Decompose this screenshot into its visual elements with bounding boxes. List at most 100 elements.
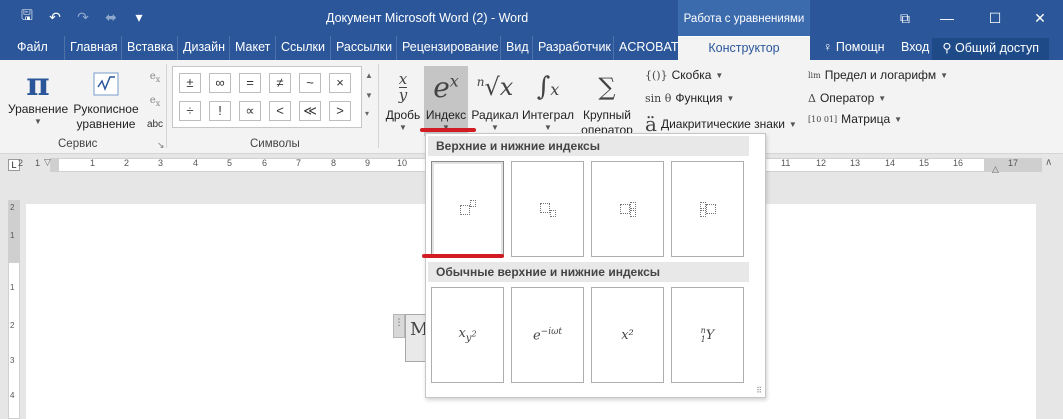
tab-file[interactable]: Файл: [12, 36, 53, 60]
ruler-number: 5: [227, 158, 233, 168]
save-icon[interactable]: 🖫: [18, 7, 36, 26]
touch-mode-icon[interactable]: ⬌: [102, 8, 120, 26]
tab-developer[interactable]: Разработчик: [532, 36, 616, 60]
equation-button[interactable]: π Уравнение ▼: [8, 65, 68, 126]
ink-equation-button[interactable]: Рукописное уравнение: [70, 66, 142, 132]
symbol-tilde[interactable]: ~: [299, 73, 321, 93]
symbol-divide[interactable]: ÷: [179, 101, 201, 121]
gallery-item-x-squared[interactable]: x²: [591, 287, 664, 383]
script-button[interactable]: ex Индекс ▼: [424, 66, 468, 136]
function-button[interactable]: sin θ Функция ▼: [645, 91, 734, 105]
symbol-equals[interactable]: =: [239, 73, 261, 93]
tell-me-label: Помощн: [835, 40, 885, 54]
sub-superscript-template-icon: [619, 201, 636, 217]
tab-design[interactable]: Дизайн: [177, 36, 230, 60]
large-operator-label-1: Крупный: [583, 108, 631, 122]
pi-icon: π: [26, 65, 50, 103]
symbol-less-than[interactable]: <: [269, 101, 291, 121]
symbol-times[interactable]: ×: [329, 73, 351, 93]
bracket-button[interactable]: {()} Скобка ▼: [645, 68, 723, 82]
symbol-factorial[interactable]: !: [209, 101, 231, 121]
common-script-sup: −iωt: [540, 326, 563, 337]
operator-button[interactable]: Δ Оператор ▼: [808, 91, 886, 105]
operator-label: Оператор: [819, 91, 875, 105]
symbol-greater-than[interactable]: >: [329, 101, 351, 121]
tab-review[interactable]: Рецензирование: [396, 36, 504, 60]
ink-label-1: Рукописное: [73, 102, 139, 116]
gallery-item-superscript[interactable]: [431, 161, 504, 257]
tab-layout[interactable]: Макет: [229, 36, 275, 60]
minimize-button[interactable]: —: [922, 0, 972, 36]
subscript-template-icon: [539, 202, 556, 217]
large-operator-icon: ∑: [598, 73, 616, 101]
script-label: Индекс: [425, 108, 467, 122]
equation-handle[interactable]: ⋮: [393, 314, 405, 338]
scroll-up-icon[interactable]: ▲: [365, 66, 375, 86]
tell-me-box[interactable]: ♀ Помощн: [818, 36, 890, 60]
ruler-number: 7: [296, 158, 302, 168]
bracket-label: Скобка: [671, 68, 712, 82]
radical-button[interactable]: n√x Радикал ▼: [470, 66, 520, 132]
common-script-3: x²: [621, 327, 634, 343]
undo-icon[interactable]: ↶: [46, 8, 64, 26]
collapse-ribbon-icon[interactable]: ∧: [1045, 157, 1052, 168]
symbol-much-less[interactable]: ≪: [299, 101, 321, 121]
tab-home[interactable]: Главная: [64, 36, 123, 60]
more-icon[interactable]: ▾: [365, 106, 375, 122]
close-button[interactable]: ✕: [1015, 0, 1063, 36]
right-indent-marker-icon[interactable]: △: [992, 164, 999, 175]
integral-icon: ∫x: [536, 72, 560, 102]
fraction-icon: xy: [398, 69, 408, 104]
dialog-launcher-icon[interactable]: ↘: [157, 140, 165, 151]
large-operator-button[interactable]: ∑ Крупный оператор: [576, 66, 638, 138]
ruler-number: 2: [18, 158, 24, 168]
bracket-icon: {()}: [645, 68, 668, 82]
matrix-label: Матрица: [841, 112, 891, 126]
chevron-down-icon: ▼: [726, 93, 735, 103]
convert-linear-icon[interactable]: ex: [146, 90, 164, 114]
share-button[interactable]: ⚲ Общий доступ: [932, 38, 1049, 60]
fraction-button[interactable]: xy Дробь ▼: [383, 66, 423, 132]
symbols-gallery: ± ∞ = ≠ ~ × ÷ ! ∝ < ≪ >: [172, 66, 362, 128]
gallery-item-subscript[interactable]: [511, 161, 584, 257]
convert-professional-icon[interactable]: ex: [146, 66, 164, 90]
gallery-item-e-power[interactable]: e−iωt: [511, 287, 584, 383]
ruler-number: 9: [365, 158, 371, 168]
tab-acrobat[interactable]: ACROBAT: [613, 36, 684, 60]
resize-grip-icon[interactable]: ⠿: [756, 386, 762, 395]
symbol-infinity[interactable]: ∞: [209, 73, 231, 93]
operator-icon: Δ: [808, 91, 816, 105]
tab-view[interactable]: Вид: [500, 36, 534, 60]
gallery-item-left-indices-y[interactable]: n1Y: [671, 287, 744, 383]
scroll-down-icon[interactable]: ▼: [365, 86, 375, 106]
integral-button[interactable]: ∫x Интеграл ▼: [521, 66, 575, 132]
symbols-scroll[interactable]: ▲ ▼ ▾: [365, 66, 375, 128]
script-icon: ex: [433, 70, 459, 104]
group-divider: [166, 64, 167, 148]
limit-icon: lim: [808, 70, 821, 80]
tab-mailings[interactable]: Рассылки: [330, 36, 397, 60]
indent-marker-icon[interactable]: ▽: [44, 157, 51, 168]
radical-icon: n√x: [476, 73, 514, 101]
tab-references[interactable]: Ссылки: [275, 36, 330, 60]
maximize-button[interactable]: ☐: [970, 0, 1020, 36]
symbol-plus-minus[interactable]: ±: [179, 73, 201, 93]
normal-text-abc[interactable]: abc: [146, 114, 164, 136]
group-label-symbols: Символы: [250, 138, 300, 150]
sign-in-link[interactable]: Вход: [896, 36, 934, 60]
gallery-item-x-sub-y-squared[interactable]: xy2: [431, 287, 504, 383]
quick-access-toolbar: 🖫 ↶ ↷ ⬌ ▾: [18, 7, 148, 26]
vruler-number: 3: [10, 356, 15, 365]
gallery-item-left-sub-superscript[interactable]: [671, 161, 744, 257]
function-label: Функция: [675, 91, 723, 105]
gallery-item-sub-superscript[interactable]: [591, 161, 664, 257]
redo-icon[interactable]: ↷: [74, 8, 92, 26]
limit-log-button[interactable]: lim Предел и логарифм ▼: [808, 68, 948, 82]
ruler-number: 14: [885, 158, 896, 168]
matrix-button[interactable]: [10 01] Матрица ▼: [808, 112, 902, 126]
symbol-not-equal[interactable]: ≠: [269, 73, 291, 93]
tab-insert[interactable]: Вставка: [121, 36, 178, 60]
customize-qat-icon[interactable]: ▾: [130, 8, 148, 26]
tab-equation-design[interactable]: Конструктор: [678, 36, 810, 60]
symbol-proportional[interactable]: ∝: [239, 101, 261, 121]
